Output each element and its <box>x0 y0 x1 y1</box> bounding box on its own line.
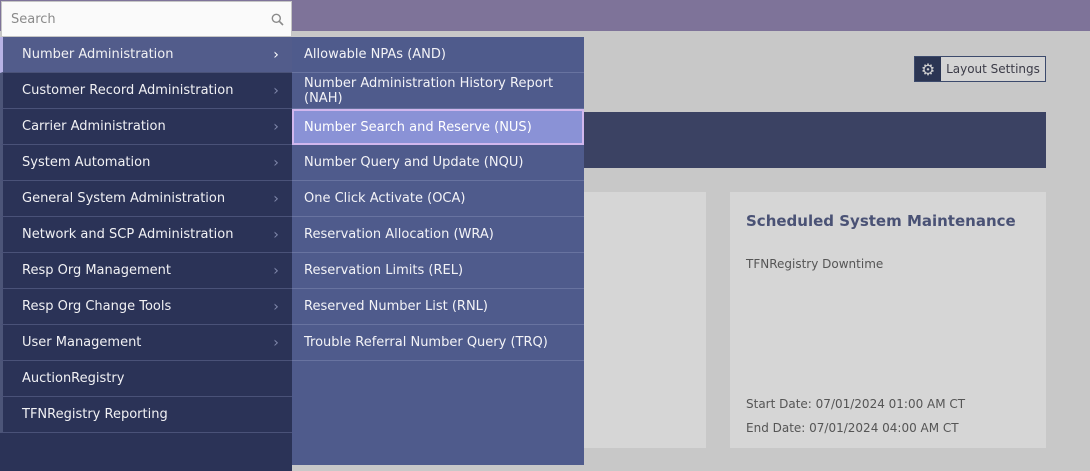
maintenance-start-date: Start Date: 07/01/2024 01:00 AM CT <box>746 397 966 411</box>
main-menu: Number Administration › Customer Record A… <box>0 37 292 471</box>
menu-item-label: TFNRegistry Reporting <box>22 407 168 422</box>
menu-item-resp-org-change-tools[interactable]: Resp Org Change Tools › <box>0 289 292 325</box>
menu-item-network-and-scp-administration[interactable]: Network and SCP Administration › <box>0 217 292 253</box>
menu-item-system-automation[interactable]: System Automation › <box>0 145 292 181</box>
chevron-right-icon: › <box>273 262 279 279</box>
menu-item-label: User Management <box>22 335 142 350</box>
menu-item-carrier-administration[interactable]: Carrier Administration › <box>0 109 292 145</box>
menu-item-number-administration[interactable]: Number Administration › <box>0 37 292 73</box>
menu-item-label: General System Administration <box>22 191 226 206</box>
maintenance-card-subtitle: TFNRegistry Downtime <box>746 257 884 271</box>
menu-item-label: Network and SCP Administration <box>22 227 234 242</box>
submenu-item-one-click-activate[interactable]: One Click Activate (OCA) <box>292 181 584 217</box>
maintenance-card-title: Scheduled System Maintenance <box>746 212 1016 230</box>
search-icon[interactable] <box>263 13 291 26</box>
submenu-item-allowable-npas[interactable]: Allowable NPAs (AND) <box>292 37 584 73</box>
chevron-right-icon: › <box>273 154 279 171</box>
submenu-item-reservation-limits[interactable]: Reservation Limits (REL) <box>292 253 584 289</box>
chevron-right-icon: › <box>273 82 279 99</box>
menu-item-label: Resp Org Management <box>22 263 171 278</box>
submenu-item-number-search-and-reserve[interactable]: Number Search and Reserve (NUS) <box>292 109 584 145</box>
maintenance-end-date: End Date: 07/01/2024 04:00 AM CT <box>746 421 959 435</box>
layout-settings-button[interactable]: ⚙ Layout Settings <box>914 56 1046 82</box>
menu-item-general-system-administration[interactable]: General System Administration › <box>0 181 292 217</box>
submenu-item-reserved-number-list[interactable]: Reserved Number List (RNL) <box>292 289 584 325</box>
menu-item-label: Resp Org Change Tools <box>22 299 172 314</box>
dashboard-banner <box>580 112 1046 168</box>
submenu-item-number-administration-history-report[interactable]: Number Administration History Report (NA… <box>292 73 584 109</box>
menu-item-resp-org-management[interactable]: Resp Org Management › <box>0 253 292 289</box>
submenu-item-number-query-and-update[interactable]: Number Query and Update (NQU) <box>292 145 584 181</box>
menu-item-label: Carrier Administration <box>22 119 166 134</box>
submenu-item-reservation-allocation[interactable]: Reservation Allocation (WRA) <box>292 217 584 253</box>
menu-item-tfnregistry-reporting[interactable]: TFNRegistry Reporting <box>0 397 292 433</box>
search-box <box>1 1 292 37</box>
menu-item-label: System Automation <box>22 155 151 170</box>
menu-item-label: Customer Record Administration <box>22 83 234 98</box>
gear-icon: ⚙ <box>915 57 941 81</box>
chevron-right-icon: › <box>273 46 279 63</box>
number-administration-submenu: Allowable NPAs (AND) Number Administrati… <box>292 37 584 465</box>
layout-settings-label: Layout Settings <box>946 62 1040 76</box>
menu-item-customer-record-administration[interactable]: Customer Record Administration › <box>0 73 292 109</box>
submenu-item-trouble-referral-number-query[interactable]: Trouble Referral Number Query (TRQ) <box>292 325 584 361</box>
chevron-right-icon: › <box>273 334 279 351</box>
menu-item-label: AuctionRegistry <box>22 371 125 386</box>
search-input[interactable] <box>2 2 263 36</box>
maintenance-card: Scheduled System Maintenance TFNRegistry… <box>730 192 1046 448</box>
menu-item-label: Number Administration <box>22 47 174 62</box>
menu-item-auctionregistry[interactable]: AuctionRegistry <box>0 361 292 397</box>
chevron-right-icon: › <box>273 190 279 207</box>
menu-item-user-management[interactable]: User Management › <box>0 325 292 361</box>
chevron-right-icon: › <box>273 298 279 315</box>
chevron-right-icon: › <box>273 118 279 135</box>
chevron-right-icon: › <box>273 226 279 243</box>
